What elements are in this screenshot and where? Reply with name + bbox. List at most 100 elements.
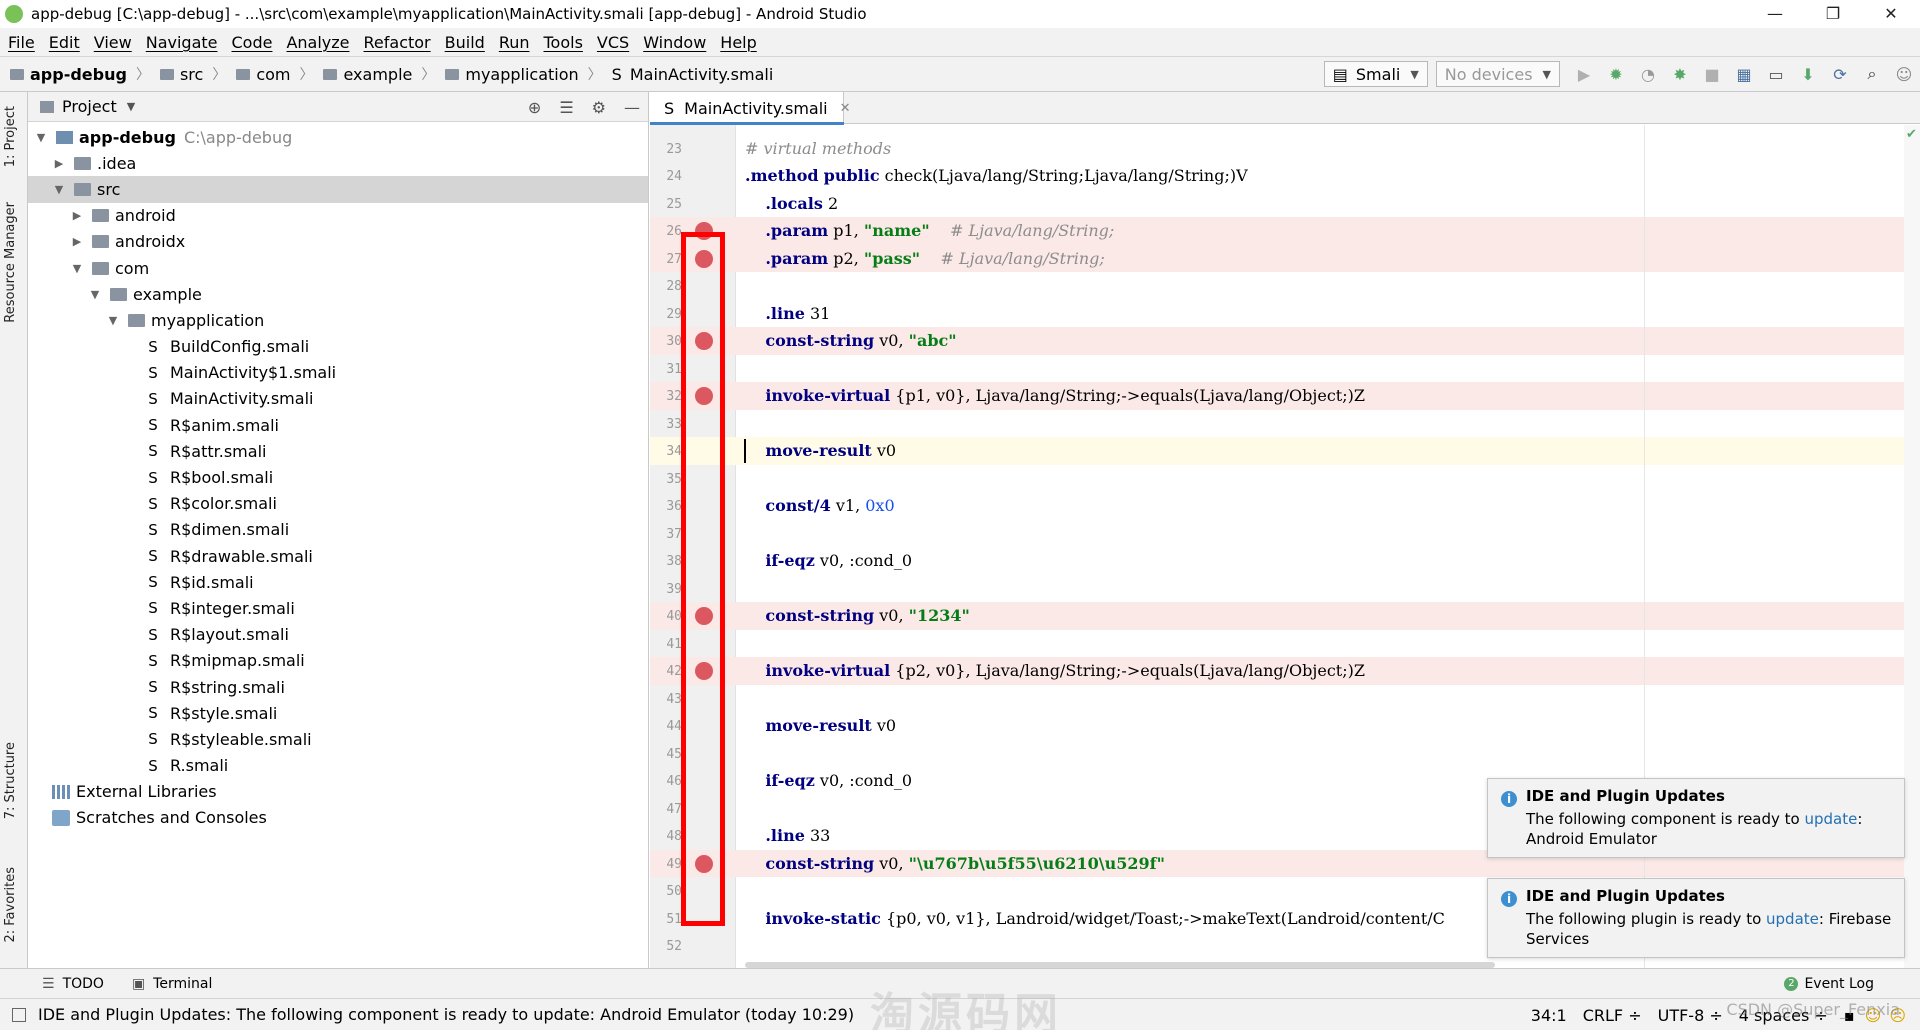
code-line[interactable]: 25 .locals 2 — [650, 190, 1920, 218]
tree-item-android[interactable]: ▶ android — [28, 203, 648, 229]
code-line[interactable]: 32 invoke-virtual {p1, v0}, Ljava/lang/S… — [650, 382, 1920, 410]
tree-item-file[interactable]: S BuildConfig.smali — [28, 334, 648, 360]
expanded-arrow-icon[interactable]: ▼ — [52, 183, 66, 196]
expanded-arrow-icon[interactable]: ▼ — [88, 288, 102, 301]
stop-icon[interactable]: ■ — [1701, 63, 1723, 85]
code-line[interactable]: 24 .method public check(Ljava/lang/String… — [650, 162, 1920, 190]
caret-position[interactable]: 34:1 — [1531, 1006, 1567, 1025]
locate-icon[interactable]: ⊕ — [528, 98, 541, 117]
tree-item-file[interactable]: S R$string.smali — [28, 674, 648, 700]
favorites-tab[interactable]: 2: Favorites — [3, 867, 18, 943]
code-line[interactable]: 41 — [650, 630, 1920, 658]
tree-item-idea[interactable]: ▶ .idea — [28, 150, 648, 176]
device-select[interactable]: No devices ▼ — [1435, 61, 1560, 87]
todo-tab[interactable]: ☰ TODO — [42, 976, 104, 992]
expanded-arrow-icon[interactable]: ▼ — [70, 262, 84, 275]
code-line[interactable]: 40 const-string v0, "1234" — [650, 602, 1920, 630]
line-number[interactable]: 36 — [650, 499, 682, 514]
code-line[interactable]: 39 — [650, 575, 1920, 603]
collapse-all-icon[interactable]: ☰ — [559, 98, 573, 117]
notification-update-firebase[interactable]: i IDE and Plugin Updates The following p… — [1487, 878, 1905, 958]
tree-item-file[interactable]: S R$bool.smali — [28, 464, 648, 490]
line-number[interactable]: 43 — [650, 692, 682, 707]
breadcrumb-myapplication[interactable]: myapplication 〉 — [445, 64, 602, 84]
tree-item-src[interactable]: ▼ src — [28, 176, 648, 203]
code-line[interactable]: 27 .param p2, "pass" # Ljava/lang/String… — [650, 244, 1920, 272]
tree-item-file[interactable]: S MainActivity$1.smali — [28, 360, 648, 386]
tree-item-file[interactable]: S R$mipmap.smali — [28, 648, 648, 674]
line-number[interactable]: 26 — [650, 224, 682, 239]
code-line[interactable]: 38 if-eqz v0, :cond_0 — [650, 547, 1920, 575]
sdk-manager-icon[interactable]: ⬇ — [1797, 63, 1819, 85]
line-separator[interactable]: CRLF ÷ — [1583, 1006, 1642, 1025]
menu-vcs[interactable]: VCS — [597, 33, 629, 52]
tree-item-file[interactable]: S R$style.smali — [28, 700, 648, 726]
update-link[interactable]: update — [1766, 910, 1819, 928]
tree-item-file[interactable]: S R$id.smali — [28, 569, 648, 595]
expanded-arrow-icon[interactable]: ▼ — [34, 131, 48, 144]
line-number[interactable]: 29 — [650, 307, 682, 322]
line-number[interactable]: 46 — [650, 774, 682, 789]
line-number[interactable]: 48 — [650, 829, 682, 844]
line-number[interactable]: 42 — [650, 664, 682, 679]
menu-build[interactable]: Build — [445, 33, 485, 52]
tree-item-com[interactable]: ▼ com — [28, 255, 648, 281]
tree-item-file[interactable]: S R$drawable.smali — [28, 543, 648, 569]
breadcrumb-example[interactable]: example 〉 — [323, 64, 435, 84]
line-number[interactable]: 45 — [650, 747, 682, 762]
chevron-down-icon[interactable]: ▼ — [127, 100, 135, 113]
event-log-tab[interactable]: 2 Event Log — [1784, 969, 1874, 999]
line-number[interactable]: 52 — [650, 939, 682, 954]
tab-main-activity-smali[interactable]: S MainActivity.smali ✕ — [650, 92, 851, 125]
breadcrumb-app-debug[interactable]: app-debug 〉 — [10, 64, 150, 84]
line-number[interactable]: 47 — [650, 802, 682, 817]
menu-navigate[interactable]: Navigate — [146, 33, 218, 52]
line-number[interactable]: 49 — [650, 857, 682, 872]
tree-item-myapplication[interactable]: ▼ myapplication — [28, 307, 648, 333]
code-line[interactable]: 37 — [650, 520, 1920, 548]
code-line[interactable]: 33 — [650, 410, 1920, 438]
restore-button[interactable]: ❐ — [1804, 0, 1862, 28]
line-number[interactable]: 22 — [650, 125, 682, 129]
terminal-tab[interactable]: ▣ Terminal — [132, 976, 212, 992]
code-line[interactable]: 35 — [650, 465, 1920, 493]
close-tab-icon[interactable]: ✕ — [840, 101, 851, 116]
avd-manager-icon[interactable]: ▭ — [1765, 63, 1787, 85]
line-number[interactable]: 39 — [650, 582, 682, 597]
code-line[interactable]: 23 # virtual methods — [650, 135, 1920, 163]
tree-item-file[interactable]: S R$dimen.smali — [28, 517, 648, 543]
sync-icon[interactable]: ⟳ — [1829, 63, 1851, 85]
code-line[interactable]: 31 — [650, 355, 1920, 383]
update-link[interactable]: update — [1805, 810, 1858, 828]
line-number[interactable]: 38 — [650, 554, 682, 569]
line-number[interactable]: 32 — [650, 389, 682, 404]
notification-update-emulator[interactable]: i IDE and Plugin Updates The following c… — [1487, 778, 1905, 858]
code-line[interactable]: 28 — [650, 272, 1920, 300]
resource-manager-tab[interactable]: Resource Manager — [3, 202, 18, 323]
code-line[interactable]: 26 .param p1, "name" # Ljava/lang/String… — [650, 217, 1920, 245]
account-icon[interactable]: ☺ — [1893, 63, 1915, 85]
expanded-arrow-icon[interactable]: ▼ — [106, 314, 120, 327]
gear-icon[interactable]: ⚙ — [592, 98, 606, 117]
tree-item-file[interactable]: S R$integer.smali — [28, 595, 648, 621]
code-line[interactable]: 45 — [650, 740, 1920, 768]
menu-refactor[interactable]: Refactor — [364, 33, 431, 52]
line-number[interactable]: 44 — [650, 719, 682, 734]
close-button[interactable]: ✕ — [1862, 0, 1920, 28]
code-line[interactable]: 30 const-string v0, "abc" — [650, 327, 1920, 355]
menu-edit[interactable]: Edit — [49, 33, 80, 52]
menu-help[interactable]: Help — [720, 33, 756, 52]
tree-item-external-libraries[interactable]: External Libraries — [28, 779, 648, 805]
line-number[interactable]: 41 — [650, 637, 682, 652]
line-number[interactable]: 27 — [650, 252, 682, 267]
collapsed-arrow-icon[interactable]: ▶ — [70, 235, 84, 248]
line-number[interactable]: 40 — [650, 609, 682, 624]
tree-item-file[interactable]: S R$color.smali — [28, 491, 648, 517]
code-line[interactable]: 34 move-result v0 — [650, 437, 1920, 465]
file-encoding[interactable]: UTF-8 ÷ — [1658, 1006, 1723, 1025]
code-line[interactable]: 36 const/4 v1, 0x0 — [650, 492, 1920, 520]
line-number[interactable]: 24 — [650, 169, 682, 184]
tree-item-file[interactable]: S R$attr.smali — [28, 438, 648, 464]
run-icon[interactable]: ▶ — [1573, 63, 1595, 85]
breadcrumb-file[interactable]: S MainActivity.smali — [612, 65, 774, 84]
